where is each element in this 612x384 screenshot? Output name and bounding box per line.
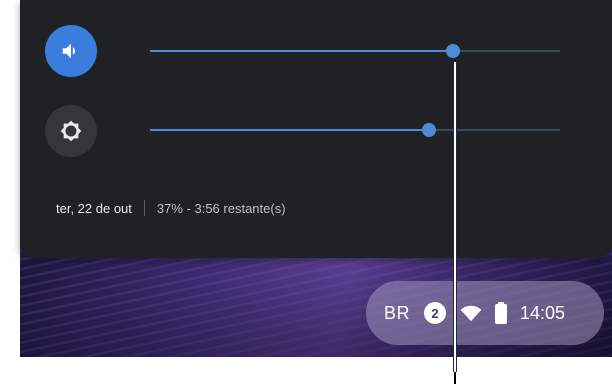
date-label[interactable]: ter, 22 de out [56,201,132,216]
brightness-button[interactable] [45,105,97,157]
quick-settings-panel: ter, 22 de out 37% - 3:56 restante(s) [20,0,612,258]
volume-slider-thumb[interactable] [446,44,461,58]
input-method-indicator[interactable]: BR [384,303,410,324]
notification-count-badge[interactable]: 2 [424,302,447,324]
divider [143,200,145,216]
volume-toggle-button[interactable] [45,25,97,77]
brightness-slider-fill [150,129,429,131]
volume-slider[interactable] [150,44,560,58]
battery-icon [495,302,508,324]
brightness-icon [60,120,82,142]
status-info-row: ter, 22 de out 37% - 3:56 restante(s) [56,198,286,218]
brightness-slider-thumb[interactable] [421,123,436,137]
clock[interactable]: 14:05 [520,303,565,324]
wifi-icon [460,305,482,322]
callout-line [453,62,457,372]
callout-line-end [454,372,456,384]
desktop: ter, 22 de out 37% - 3:56 restante(s) BR… [0,0,612,384]
brightness-slider[interactable] [150,123,560,137]
speaker-icon [62,43,76,59]
volume-slider-fill [150,50,454,52]
status-tray[interactable]: BR 2 14:05 [366,281,604,345]
battery-status-label[interactable]: 37% - 3:56 restante(s) [157,201,286,216]
